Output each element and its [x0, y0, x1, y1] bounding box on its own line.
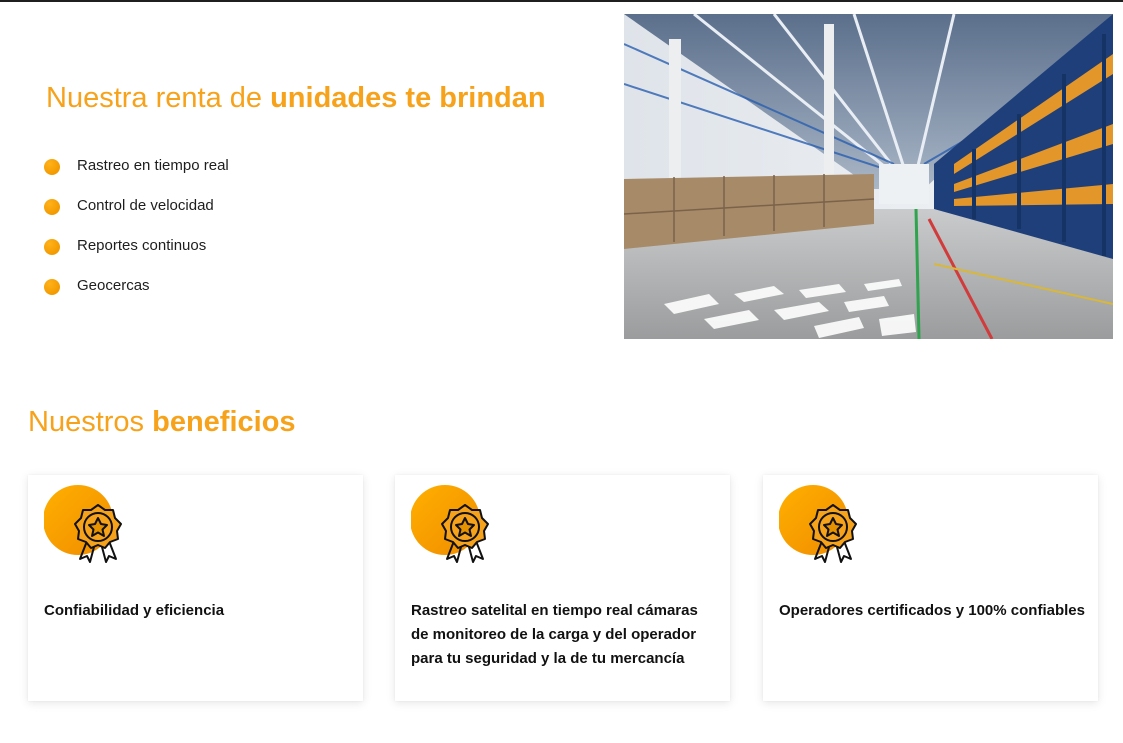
benefit-text: Confiabilidad y eficiencia [44, 602, 225, 619]
hero-title-bold: unidades te brindan [270, 82, 546, 114]
benefit-card: Operadores certificados y 100% confiable… [763, 475, 1098, 701]
bullet-dot-icon [44, 279, 60, 295]
benefit-card: Confiabilidad y eficiencia [28, 475, 363, 701]
feature-label: Geocercas [77, 277, 150, 294]
bullet-dot-icon [44, 199, 60, 215]
list-item: Rastreo en tiempo real [44, 152, 229, 192]
warehouse-image [624, 14, 1113, 339]
benefits-title-bold: beneficios [152, 406, 296, 438]
feature-label: Reportes continuos [77, 237, 207, 254]
benefit-text: Rastreo satelital en tiempo real cámaras… [411, 602, 698, 667]
list-item: Control de velocidad [44, 192, 229, 232]
award-medal-icon [44, 485, 122, 563]
warehouse-illustration [624, 14, 1113, 339]
benefits-title-light: Nuestros [28, 406, 145, 438]
award-medal-icon [411, 485, 489, 563]
bullet-dot-icon [44, 159, 60, 175]
benefit-text: Operadores certificados y 100% confiable… [779, 602, 1085, 619]
list-item: Geocercas [44, 272, 229, 312]
award-medal-icon [779, 485, 857, 563]
bullet-dot-icon [44, 239, 60, 255]
top-divider [0, 0, 1123, 2]
benefits-title: Nuestros beneficios [28, 402, 296, 442]
hero-title: Nuestra renta de unidades te brindan [46, 78, 546, 118]
feature-label: Rastreo en tiempo real [77, 157, 229, 174]
hero-title-light: Nuestra renta de [46, 82, 263, 114]
feature-label: Control de velocidad [77, 197, 214, 214]
benefit-card: Rastreo satelital en tiempo real cámaras… [395, 475, 730, 701]
list-item: Reportes continuos [44, 232, 229, 272]
feature-list: Rastreo en tiempo real Control de veloci… [44, 152, 229, 312]
